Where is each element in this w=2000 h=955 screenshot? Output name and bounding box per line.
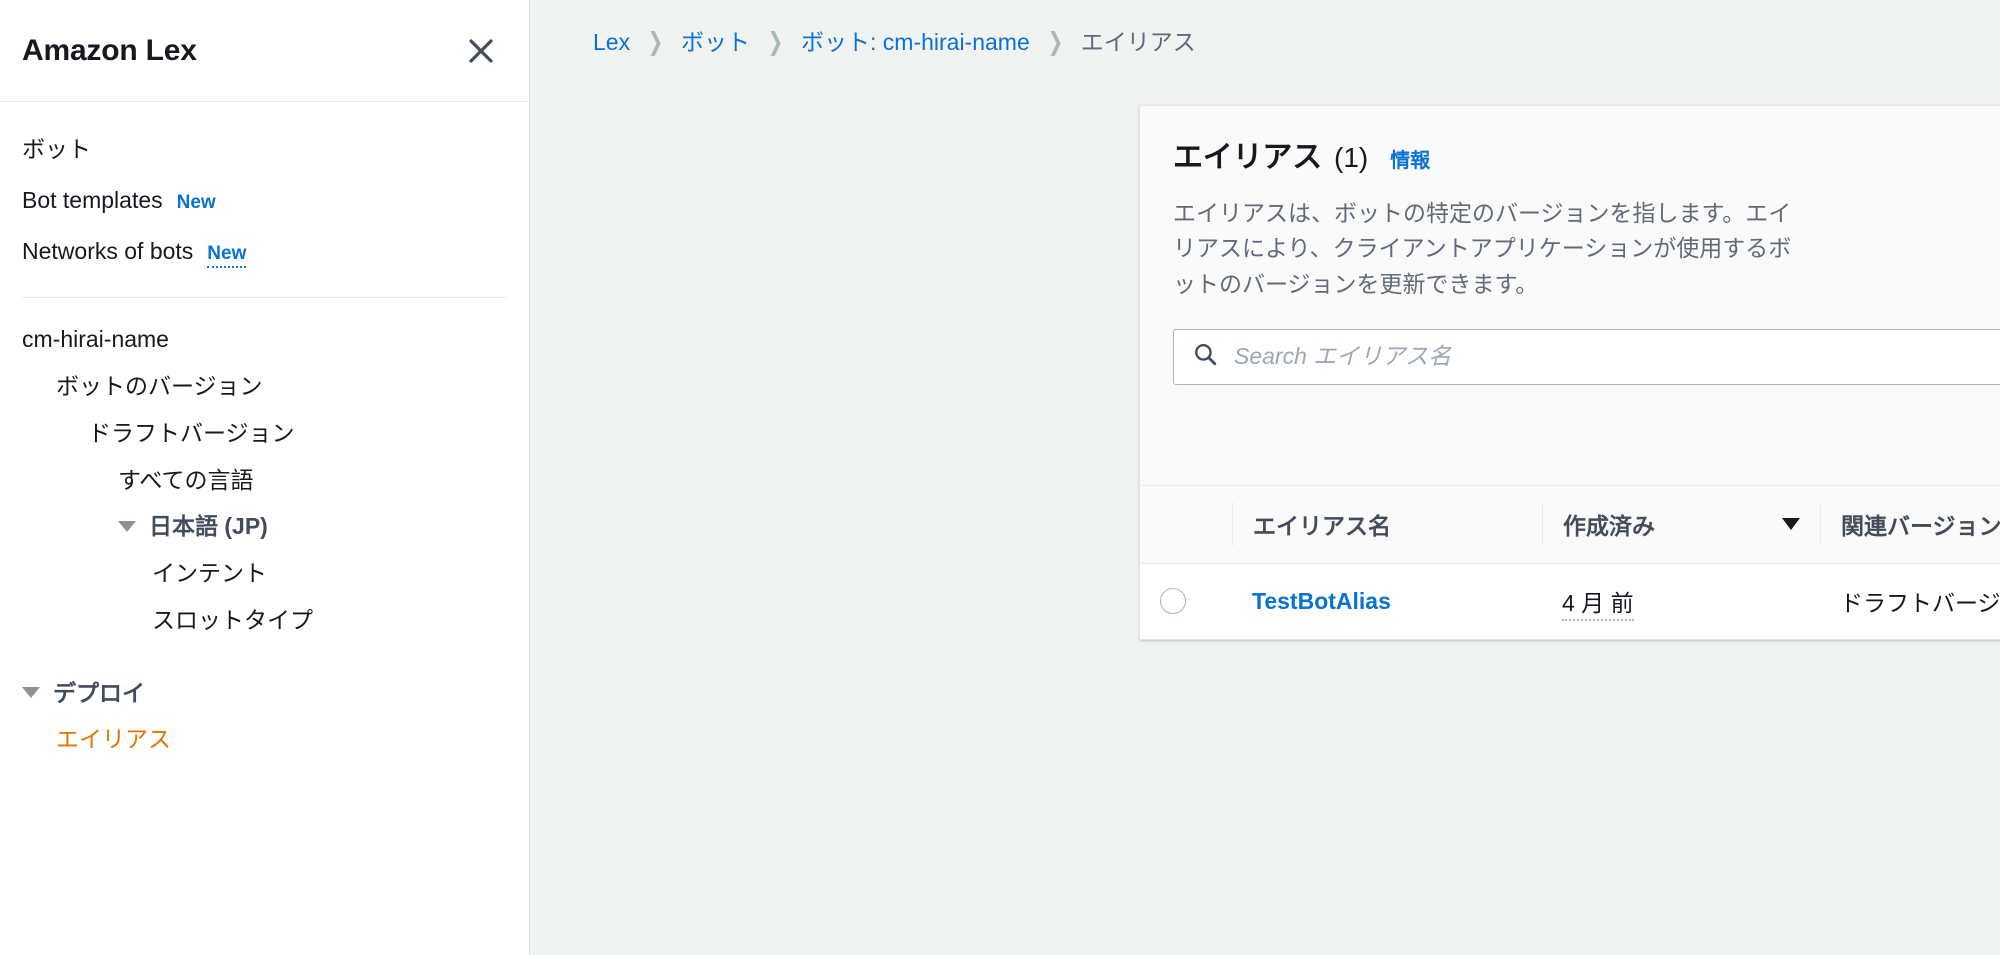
sidebar-divider	[22, 297, 507, 299]
search-box[interactable]	[1173, 328, 2000, 385]
column-header-associated-version[interactable]: 関連バージョン	[1820, 484, 2000, 564]
aliases-table: エイリアス名 作成済み 関連バージョン TestBotAlias 4 月 前 ド…	[1140, 484, 2000, 640]
alias-name-link[interactable]: TestBotAlias	[1252, 588, 1391, 614]
card-title-group: エイリアス (1) 情報	[1173, 132, 1430, 176]
sidebar-item-label: ボット	[22, 136, 91, 162]
sidebar-item-label: エイリアス	[56, 726, 171, 753]
sort-descending-icon[interactable]	[1782, 518, 1800, 531]
breadcrumb: Lex ❯ ボット ❯ ボット: cm-hirai-name ❯ エイリアス	[530, 0, 2000, 55]
search-input[interactable]	[1234, 343, 2000, 371]
sidebar-item-label: デプロイ	[53, 679, 145, 706]
chevron-right-icon: ❯	[1047, 28, 1064, 56]
app-root: Amazon Lex ボット Bot templates New Network…	[0, 0, 2000, 955]
cell-alias-name: TestBotAlias	[1232, 563, 1542, 640]
card-header: エイリアス (1) 情報 削除 エイリアスを作成 エイリアスは、ボットの特定のバ…	[1140, 106, 2000, 485]
sidebar: Amazon Lex ボット Bot templates New Network…	[0, 0, 530, 955]
sidebar-item-label: スロットタイプ	[152, 606, 313, 633]
sidebar-item-label: Bot templates	[22, 186, 163, 213]
main-content: Lex ❯ ボット ❯ ボット: cm-hirai-name ❯ エイリアス エ…	[530, 0, 2000, 955]
associated-version-value: ドラフトバージョン	[1840, 590, 2000, 617]
search-icon	[1192, 341, 1218, 372]
alias-count: (1)	[1334, 142, 1369, 173]
sidebar-item-cm-hirai-name[interactable]: cm-hirai-name	[0, 316, 529, 363]
search-section	[1140, 303, 2000, 385]
cell-created: 4 月 前	[1542, 563, 1820, 640]
sidebar-header: Amazon Lex	[0, 0, 529, 102]
pagination: 1	[1140, 385, 2000, 467]
column-header-label: エイリアス名	[1253, 513, 1391, 540]
sidebar-item-label: 日本語 (JP)	[149, 513, 268, 540]
sidebar-item-slot-types[interactable]: スロットタイプ	[0, 597, 529, 644]
sidebar-item-label: Networks of bots	[22, 237, 194, 264]
row-select-cell	[1140, 563, 1232, 640]
breadcrumb-item-aliases: エイリアス	[1080, 29, 1196, 55]
column-header-label: 関連バージョン	[1841, 513, 2000, 540]
sidebar-item-label: ボットのバージョン	[56, 373, 263, 399]
breadcrumb-item-bots[interactable]: ボット	[681, 31, 750, 54]
caret-down-icon[interactable]	[22, 687, 40, 699]
sidebar-item-aliases[interactable]: エイリアス	[0, 716, 529, 763]
sidebar-item-intents[interactable]: インテント	[0, 550, 529, 597]
sidebar-tree: cm-hirai-name ボットのバージョン ドラフトバージョン すべての言語…	[0, 314, 529, 763]
sidebar-item-draft-version[interactable]: ドラフトバージョン	[0, 410, 529, 457]
cell-associated-version: ドラフトバージョン	[1820, 563, 2000, 640]
sidebar-item-japanese-jp[interactable]: 日本語 (JP)	[0, 503, 529, 550]
column-header-alias-name[interactable]: エイリアス名	[1232, 484, 1542, 564]
row-radio-button[interactable]	[1160, 588, 1186, 615]
column-header-created[interactable]: 作成済み	[1542, 484, 1820, 564]
sidebar-title: Amazon Lex	[22, 33, 197, 67]
sidebar-item-bot-versions[interactable]: ボットのバージョン	[0, 363, 529, 410]
chevron-right-icon: ❯	[647, 28, 664, 56]
card-header-row: エイリアス (1) 情報 削除 エイリアスを作成	[1140, 106, 2000, 190]
sidebar-nav: ボット Bot templates New Networks of bots N…	[0, 102, 529, 763]
sidebar-item-bot-templates[interactable]: Bot templates New	[0, 175, 529, 226]
column-header-select	[1140, 484, 1232, 564]
card-description: エイリアスは、ボットの特定のバージョンを指します。エイリアスにより、クライアント…	[1173, 199, 1792, 297]
sidebar-item-bots[interactable]: ボット	[0, 124, 529, 175]
table-header: エイリアス名 作成済み 関連バージョン	[1140, 484, 2000, 564]
table-header-row: エイリアス名 作成済み 関連バージョン	[1140, 484, 2000, 564]
sidebar-item-label: cm-hirai-name	[22, 326, 169, 353]
close-icon[interactable]	[459, 29, 503, 73]
column-header-label: 作成済み	[1563, 513, 1655, 540]
new-badge: New	[176, 191, 216, 213]
table-row[interactable]: TestBotAlias 4 月 前 ドラフトバージョン	[1140, 563, 2000, 640]
sidebar-item-networks-of-bots[interactable]: Networks of bots New	[0, 226, 529, 280]
sidebar-item-all-languages[interactable]: すべての言語	[0, 457, 529, 504]
caret-down-icon[interactable]	[118, 521, 136, 533]
chevron-right-icon: ❯	[767, 28, 784, 56]
new-badge: New	[207, 242, 247, 269]
sidebar-item-label: すべての言語	[118, 466, 254, 493]
created-timestamp[interactable]: 4 月 前	[1562, 590, 1634, 622]
breadcrumb-item-bot-cm-hirai-name[interactable]: ボット: cm-hirai-name	[801, 31, 1030, 54]
sidebar-item-label: インテント	[152, 560, 267, 586]
breadcrumb-item-lex[interactable]: Lex	[593, 31, 630, 54]
sidebar-item-label: ドラフトバージョン	[88, 419, 295, 446]
table-body: TestBotAlias 4 月 前 ドラフトバージョン	[1140, 563, 2000, 640]
sidebar-item-deploy[interactable]: デプロイ	[0, 670, 529, 717]
page-title: エイリアス	[1173, 141, 1322, 174]
aliases-card: エイリアス (1) 情報 削除 エイリアスを作成 エイリアスは、ボットの特定のバ…	[1139, 105, 2000, 641]
info-link[interactable]: 情報	[1390, 144, 1430, 173]
